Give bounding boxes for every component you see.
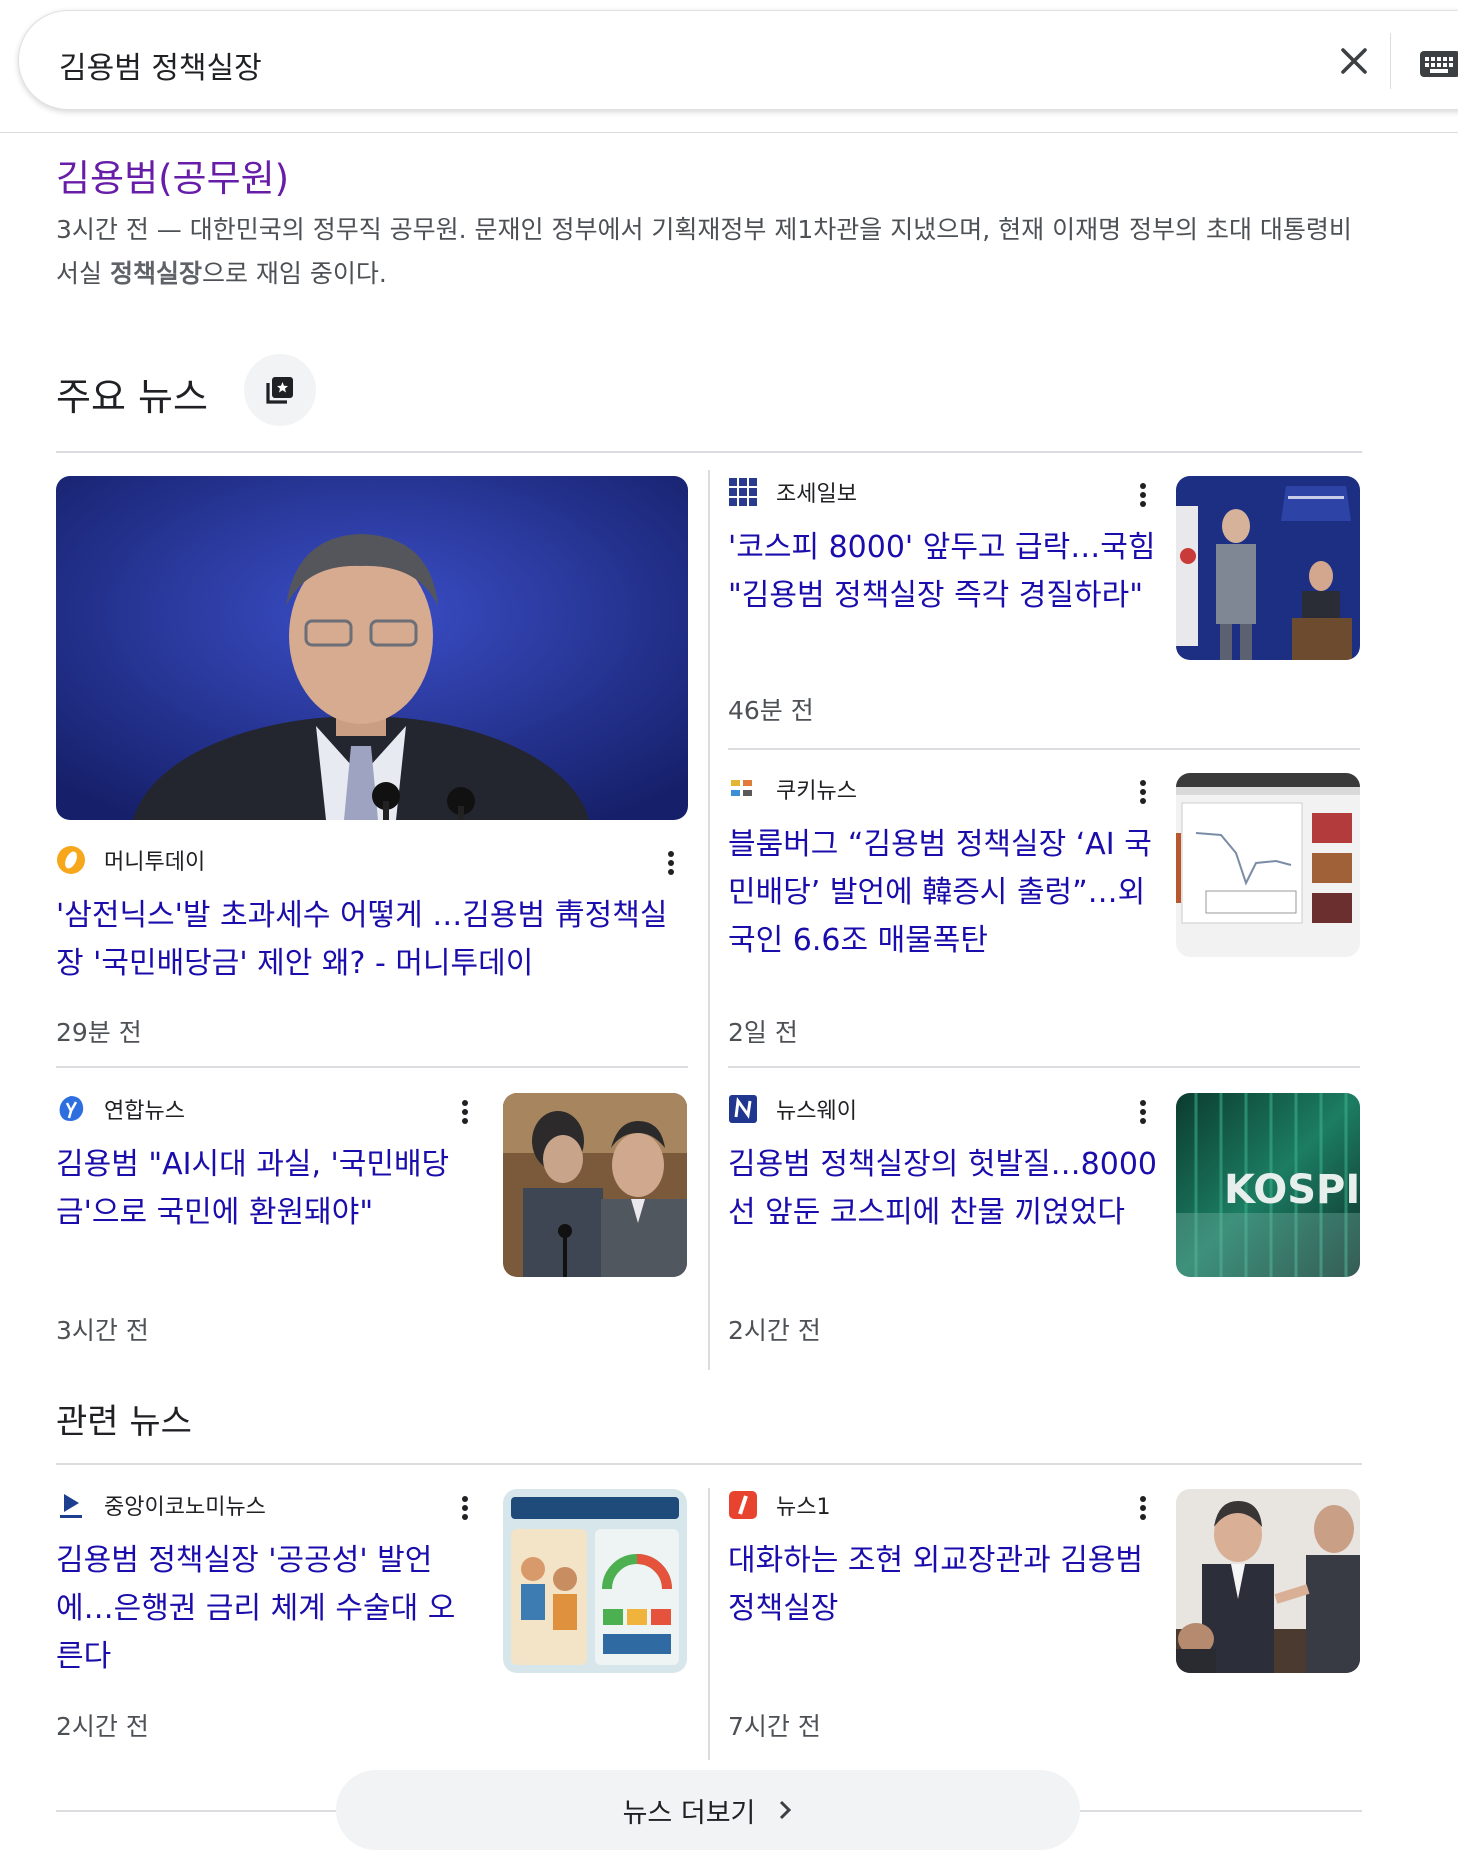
article-thumbnail[interactable]	[503, 1489, 687, 1673]
source-name: 중앙이코노미뉴스	[104, 1495, 266, 1520]
divider	[728, 748, 1360, 750]
article-headline[interactable]: 김용범 "AI시대 과실, '국민배당금'으로 국민에 환원돼야"	[56, 1141, 456, 1237]
search-header: 김용범 정책실장	[0, 0, 1458, 133]
more-options-button[interactable]	[1133, 777, 1153, 811]
article-thumbnail[interactable]	[56, 476, 688, 820]
article-thumbnail[interactable]	[1176, 476, 1360, 660]
divider	[56, 451, 1362, 453]
source-logo-icon	[56, 1094, 86, 1124]
article-headline[interactable]: '삼전닉스'발 초과세수 어떻게 …김용범 靑정책실장 '국민배당금' 제안 왜…	[56, 892, 688, 988]
article-source[interactable]: 쿠키뉴스	[728, 773, 857, 805]
divider	[56, 1463, 1362, 1465]
article-time: 46분 전	[728, 696, 814, 725]
result-snippet: 3시간 전 — 대한민국의 정무직 공무원. 문재인 정부에서 기획재정부 제1…	[56, 208, 1356, 296]
news-icon	[266, 377, 293, 404]
more-options-button[interactable]	[661, 848, 681, 882]
divider	[1080, 1810, 1362, 1812]
more-options-button[interactable]	[1133, 480, 1153, 514]
article-source[interactable]: 머니투데이	[56, 844, 205, 876]
article-headline[interactable]: '코스피 8000' 앞두고 급락…국힘 "김용범 정책실장 즉각 경질하라"	[728, 524, 1158, 620]
chevron-right-icon	[780, 1800, 792, 1820]
source-logo-icon	[728, 1094, 758, 1124]
more-options-button[interactable]	[455, 1493, 475, 1527]
divider	[56, 1066, 688, 1068]
source-logo-icon	[56, 1490, 86, 1520]
article-headline[interactable]: 김용범 정책실장 '공공성' 발언에…은행권 금리 체계 수술대 오른다	[56, 1537, 476, 1681]
source-logo-icon	[728, 477, 758, 507]
column-divider	[708, 470, 710, 1370]
article-headline[interactable]: 블룸버그 “김용범 정책실장 ‘AI 국민배당’ 발언에 韓증시 출렁”…외국인…	[728, 821, 1158, 965]
source-logo-icon	[728, 1490, 758, 1520]
article-thumbnail[interactable]	[1176, 1489, 1360, 1673]
clear-search-button[interactable]	[1332, 39, 1376, 83]
close-icon	[1341, 48, 1367, 74]
source-name: 쿠키뉴스	[776, 779, 857, 804]
divider	[728, 1066, 1360, 1068]
source-name: 뉴스웨이	[776, 1099, 857, 1124]
article-thumbnail[interactable]: KOSPI	[1176, 1093, 1360, 1277]
more-news-label: 뉴스 더보기	[622, 1797, 756, 1829]
related-news-heading: 관련 뉴스	[56, 1402, 192, 1442]
source-logo-icon	[56, 845, 86, 875]
top-news-heading: 주요 뉴스	[56, 375, 208, 419]
search-divider	[1390, 33, 1391, 89]
more-options-button[interactable]	[1133, 1493, 1153, 1527]
keyboard-button[interactable]	[1419, 49, 1458, 79]
divider	[56, 1810, 336, 1812]
source-name: 뉴스1	[776, 1495, 831, 1520]
article-source[interactable]: 뉴스1	[728, 1489, 830, 1521]
article-time: 2일 전	[728, 1018, 798, 1047]
source-name: 조세일보	[776, 482, 857, 507]
article-time: 3시간 전	[56, 1316, 149, 1345]
article-headline[interactable]: 대화하는 조현 외교장관과 김용범 정책실장	[728, 1537, 1158, 1633]
source-name: 머니투데이	[104, 850, 206, 875]
article-time: 2시간 전	[56, 1712, 149, 1741]
article-time: 7시간 전	[728, 1712, 821, 1741]
article-thumbnail[interactable]	[503, 1093, 687, 1277]
article-source[interactable]: 뉴스웨이	[728, 1093, 857, 1125]
snippet-highlight: 정책실장	[109, 259, 202, 288]
article-source[interactable]: 중앙이코노미뉴스	[56, 1489, 266, 1521]
article-time: 29분 전	[56, 1018, 142, 1047]
article-thumbnail[interactable]	[1176, 773, 1360, 957]
source-logo-icon	[728, 774, 758, 804]
snippet-text-end: 으로 재임 중이다.	[201, 259, 387, 288]
news-mode-button[interactable]	[244, 354, 316, 426]
more-options-button[interactable]	[1133, 1097, 1153, 1131]
result-title-link[interactable]: 김용범(공무원)	[56, 148, 289, 202]
article-source[interactable]: 조세일보	[728, 476, 857, 508]
source-name: 연합뉴스	[104, 1099, 185, 1124]
article-source[interactable]: 연합뉴스	[56, 1093, 185, 1125]
search-query[interactable]: 김용범 정책실장	[59, 43, 262, 87]
article-headline[interactable]: 김용범 정책실장의 헛발질…8000선 앞둔 코스피에 찬물 끼얹었다	[728, 1141, 1168, 1237]
article-time: 2시간 전	[728, 1316, 821, 1345]
more-news-button[interactable]: 뉴스 더보기	[336, 1770, 1080, 1850]
kospi-text: KOSPI	[1224, 1167, 1360, 1213]
more-options-button[interactable]	[455, 1097, 475, 1131]
column-divider	[708, 1488, 710, 1760]
search-box[interactable]: 김용범 정책실장	[18, 10, 1458, 110]
keyboard-icon	[1420, 51, 1458, 77]
